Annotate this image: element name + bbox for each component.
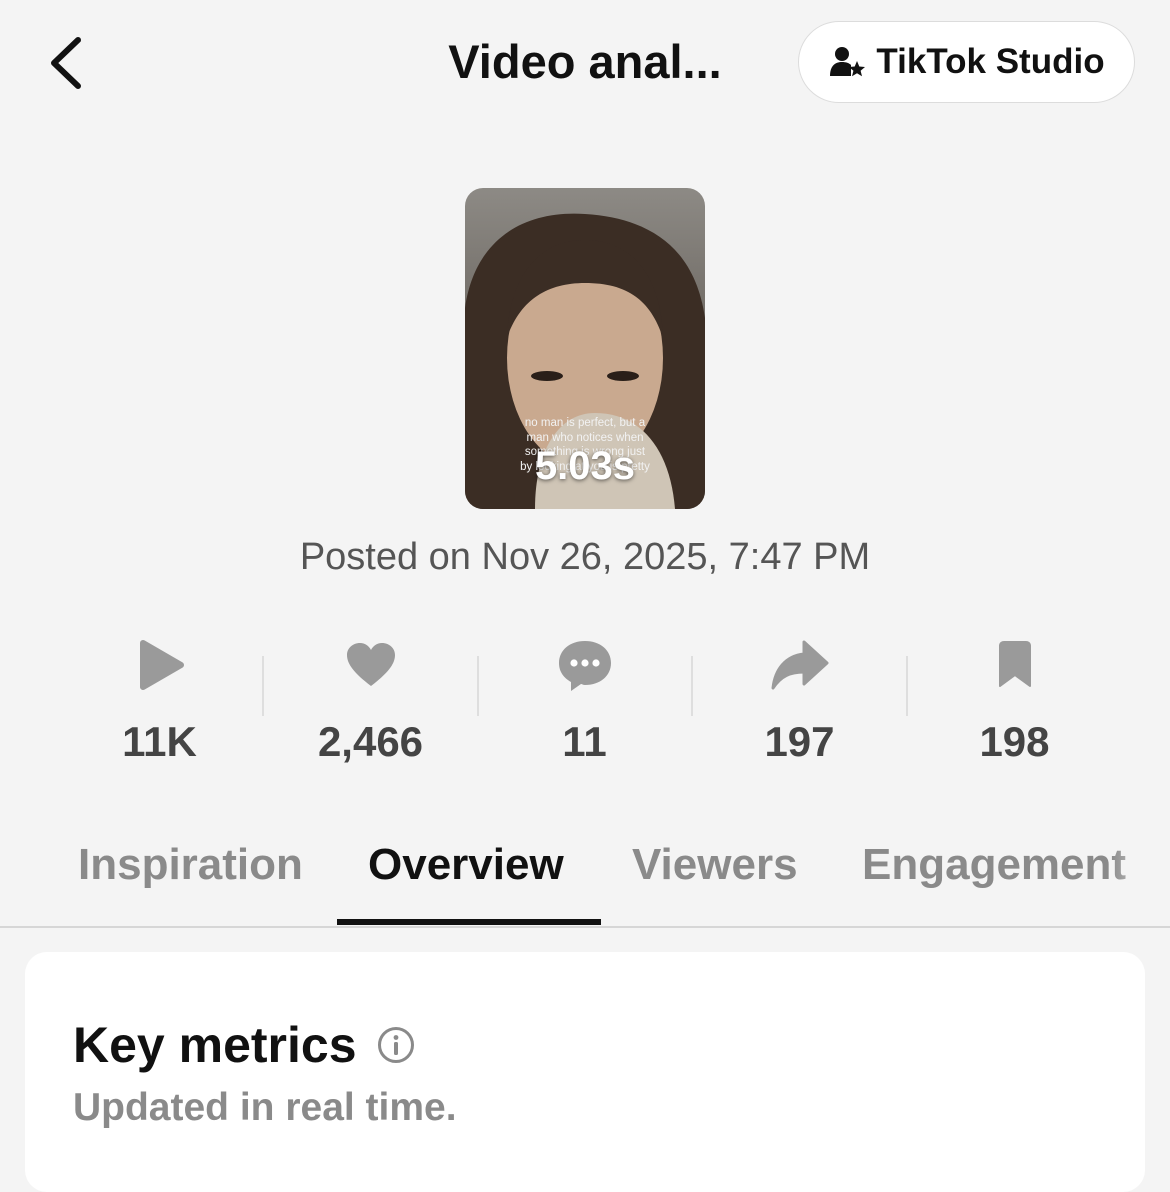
stat-comments-value: 11 — [562, 718, 607, 765]
tabs-divider — [0, 926, 1170, 928]
tiktok-studio-button[interactable]: TikTok Studio — [798, 21, 1135, 103]
tabs-fade-overlay — [1110, 830, 1170, 910]
chevron-left-icon — [51, 37, 81, 89]
page-title: Video anal... — [448, 35, 722, 88]
posted-date: Posted on Nov 26, 2025, 7:47 PM — [299, 536, 871, 578]
back-button[interactable] — [40, 28, 100, 98]
stat-saves-value: 198 — [979, 718, 1050, 765]
key-metrics-subtitle: Updated in real time. — [73, 1086, 457, 1129]
stat-saves: 198 — [907, 630, 1122, 780]
info-icon[interactable] — [377, 1026, 415, 1064]
person-star-icon — [830, 47, 866, 77]
tab-overview[interactable]: Overview — [368, 840, 564, 890]
stat-likes: 2,466 — [263, 630, 478, 780]
stat-shares-value: 197 — [764, 718, 835, 765]
tab-inspiration[interactable]: Inspiration — [78, 840, 303, 890]
comment-icon — [558, 641, 611, 691]
share-icon — [771, 640, 828, 690]
video-thumbnail[interactable]: no man is perfect, but a man who notices… — [465, 188, 705, 509]
stat-views-value: 11K — [122, 718, 197, 765]
stat-views: 11K — [52, 630, 267, 780]
tab-engagement[interactable]: Engagement — [862, 840, 1126, 890]
heart-icon — [346, 643, 395, 686]
key-metrics-title: Key metrics — [73, 1017, 357, 1073]
stat-comments: 11 — [477, 630, 692, 780]
stat-likes-value: 2,466 — [317, 718, 424, 765]
play-icon — [139, 640, 184, 690]
tab-viewers[interactable]: Viewers — [632, 840, 798, 890]
active-tab-indicator — [337, 919, 601, 925]
stat-shares: 197 — [692, 630, 907, 780]
video-duration: 5.03s — [534, 444, 636, 488]
bookmark-icon — [998, 641, 1031, 687]
tiktok-studio-label: TikTok Studio — [876, 42, 1105, 81]
key-metrics-card: Key metrics Updated in real time. — [25, 952, 1145, 1192]
